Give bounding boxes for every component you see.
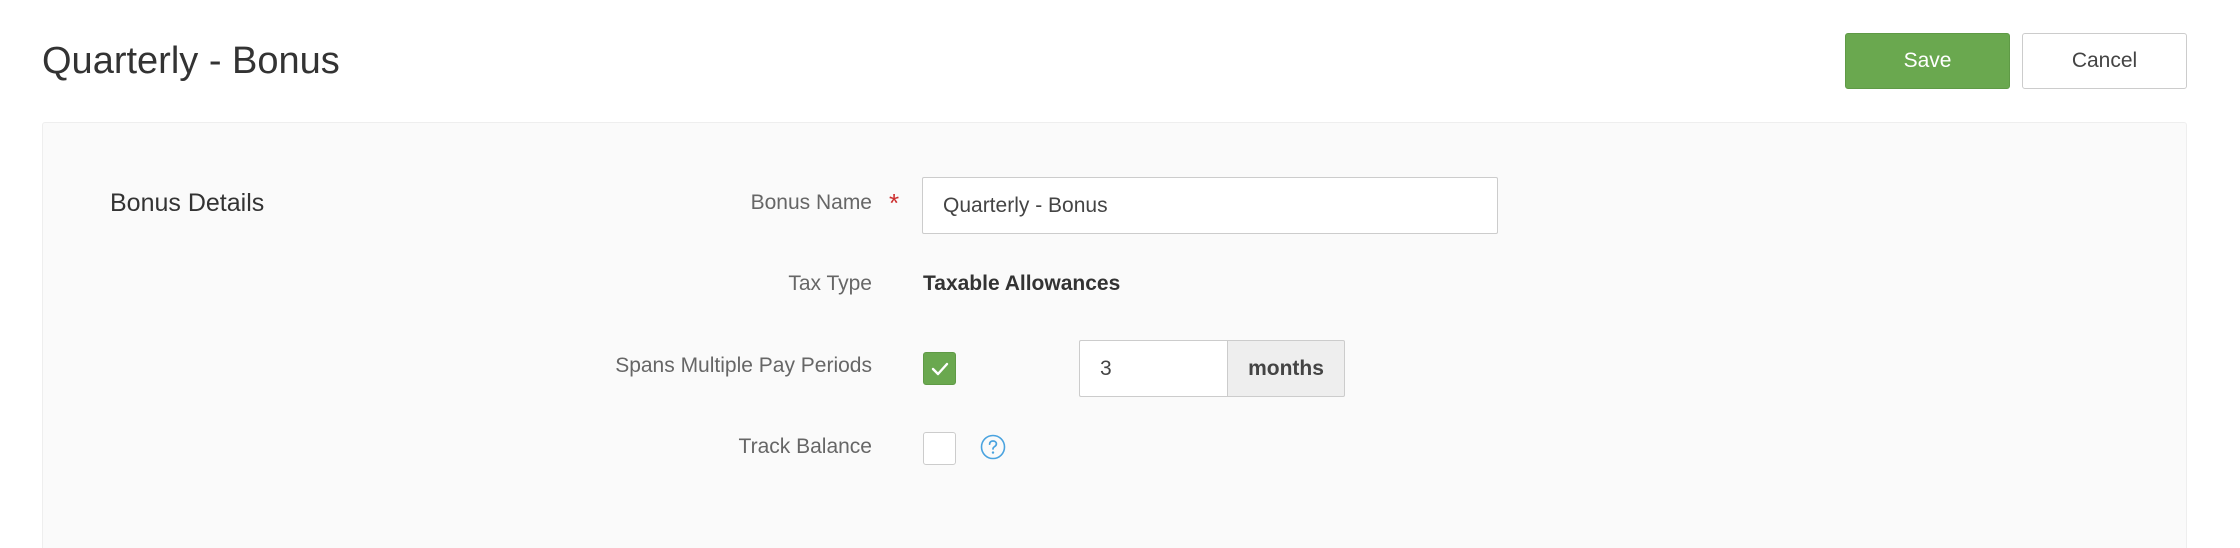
bonus-details-panel: Bonus Details Bonus Name * Tax Type Taxa… (42, 122, 2187, 548)
track-balance-label: Track Balance (738, 435, 872, 458)
track-balance-checkbox[interactable] (923, 432, 956, 465)
page-title: Quarterly - Bonus (42, 40, 340, 82)
page: Quarterly - Bonus Save Cancel Bonus Deta… (0, 0, 2240, 548)
bonus-name-label: Bonus Name (750, 191, 872, 214)
tax-type-label: Tax Type (788, 272, 872, 295)
spans-multiple-pay-periods-checkbox[interactable] (923, 352, 956, 385)
tax-type-value: Taxable Allowances (923, 272, 1121, 295)
cancel-button[interactable]: Cancel (2022, 33, 2187, 89)
bonus-name-input[interactable] (922, 177, 1498, 234)
save-button[interactable]: Save (1845, 33, 2010, 89)
months-input[interactable] (1079, 340, 1227, 397)
months-unit-addon: months (1227, 340, 1345, 397)
section-title: Bonus Details (110, 189, 265, 217)
check-icon (931, 362, 948, 375)
question-circle-icon[interactable] (980, 434, 1006, 460)
spans-multiple-pay-periods-label: Spans Multiple Pay Periods (615, 354, 872, 377)
required-indicator: * (889, 188, 900, 218)
